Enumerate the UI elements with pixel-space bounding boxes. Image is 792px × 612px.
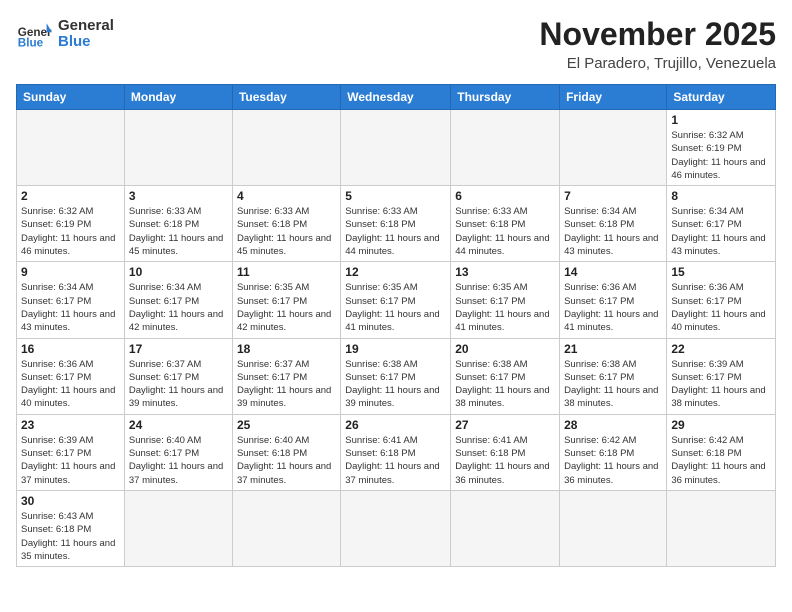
day-25: 25 Sunrise: 6:40 AM Sunset: 6:18 PM Dayl… bbox=[232, 414, 340, 490]
day-8: 8 Sunrise: 6:34 AM Sunset: 6:17 PM Dayli… bbox=[667, 186, 776, 262]
day-5: 5 Sunrise: 6:33 AM Sunset: 6:18 PM Dayli… bbox=[341, 186, 451, 262]
day-15: 15 Sunrise: 6:36 AM Sunset: 6:17 PM Dayl… bbox=[667, 262, 776, 338]
day-4: 4 Sunrise: 6:33 AM Sunset: 6:18 PM Dayli… bbox=[232, 186, 340, 262]
empty-cell bbox=[560, 490, 667, 566]
empty-cell bbox=[451, 490, 560, 566]
empty-cell bbox=[124, 490, 232, 566]
month-title: November 2025 bbox=[539, 16, 776, 53]
header-friday: Friday bbox=[560, 85, 667, 110]
header-thursday: Thursday bbox=[451, 85, 560, 110]
day-7: 7 Sunrise: 6:34 AM Sunset: 6:18 PM Dayli… bbox=[560, 186, 667, 262]
calendar-row-6: 30 Sunrise: 6:43 AM Sunset: 6:18 PM Dayl… bbox=[17, 490, 776, 566]
header-saturday: Saturday bbox=[667, 85, 776, 110]
day-10: 10 Sunrise: 6:34 AM Sunset: 6:17 PM Dayl… bbox=[124, 262, 232, 338]
day-23: 23 Sunrise: 6:39 AM Sunset: 6:17 PM Dayl… bbox=[17, 414, 125, 490]
day-30: 30 Sunrise: 6:43 AM Sunset: 6:18 PM Dayl… bbox=[17, 490, 125, 566]
page-header: General Blue General Blue November 2025 … bbox=[16, 16, 776, 72]
day-11: 11 Sunrise: 6:35 AM Sunset: 6:17 PM Dayl… bbox=[232, 262, 340, 338]
calendar-row-5: 23 Sunrise: 6:39 AM Sunset: 6:17 PM Dayl… bbox=[17, 414, 776, 490]
day-22: 22 Sunrise: 6:39 AM Sunset: 6:17 PM Dayl… bbox=[667, 338, 776, 414]
empty-cell bbox=[560, 110, 667, 186]
empty-cell bbox=[232, 110, 340, 186]
logo-icon: General Blue bbox=[16, 16, 52, 52]
day-17: 17 Sunrise: 6:37 AM Sunset: 6:17 PM Dayl… bbox=[124, 338, 232, 414]
day-9: 9 Sunrise: 6:34 AM Sunset: 6:17 PM Dayli… bbox=[17, 262, 125, 338]
day-18: 18 Sunrise: 6:37 AM Sunset: 6:17 PM Dayl… bbox=[232, 338, 340, 414]
calendar-row-3: 9 Sunrise: 6:34 AM Sunset: 6:17 PM Dayli… bbox=[17, 262, 776, 338]
title-block: November 2025 El Paradero, Trujillo, Ven… bbox=[539, 16, 776, 72]
day-1: 1 Sunrise: 6:32 AM Sunset: 6:19 PM Dayli… bbox=[667, 110, 776, 186]
empty-cell bbox=[451, 110, 560, 186]
empty-cell bbox=[17, 110, 125, 186]
empty-cell bbox=[232, 490, 340, 566]
empty-cell bbox=[667, 490, 776, 566]
day-29: 29 Sunrise: 6:42 AM Sunset: 6:18 PM Dayl… bbox=[667, 414, 776, 490]
empty-cell bbox=[341, 110, 451, 186]
day-21: 21 Sunrise: 6:38 AM Sunset: 6:17 PM Dayl… bbox=[560, 338, 667, 414]
empty-cell bbox=[124, 110, 232, 186]
day-27: 27 Sunrise: 6:41 AM Sunset: 6:18 PM Dayl… bbox=[451, 414, 560, 490]
calendar-row-1: 1 Sunrise: 6:32 AM Sunset: 6:19 PM Dayli… bbox=[17, 110, 776, 186]
day-3: 3 Sunrise: 6:33 AM Sunset: 6:18 PM Dayli… bbox=[124, 186, 232, 262]
day-24: 24 Sunrise: 6:40 AM Sunset: 6:17 PM Dayl… bbox=[124, 414, 232, 490]
empty-cell bbox=[341, 490, 451, 566]
day-6: 6 Sunrise: 6:33 AM Sunset: 6:18 PM Dayli… bbox=[451, 186, 560, 262]
location-subtitle: El Paradero, Trujillo, Venezuela bbox=[539, 55, 776, 72]
logo-general: General bbox=[58, 18, 114, 35]
header-tuesday: Tuesday bbox=[232, 85, 340, 110]
header-monday: Monday bbox=[124, 85, 232, 110]
logo: General Blue General Blue bbox=[16, 16, 114, 52]
day-20: 20 Sunrise: 6:38 AM Sunset: 6:17 PM Dayl… bbox=[451, 338, 560, 414]
day-12: 12 Sunrise: 6:35 AM Sunset: 6:17 PM Dayl… bbox=[341, 262, 451, 338]
svg-text:Blue: Blue bbox=[18, 37, 44, 50]
day-19: 19 Sunrise: 6:38 AM Sunset: 6:17 PM Dayl… bbox=[341, 338, 451, 414]
calendar-table: Sunday Monday Tuesday Wednesday Thursday… bbox=[16, 84, 776, 567]
day-2: 2 Sunrise: 6:32 AM Sunset: 6:19 PM Dayli… bbox=[17, 186, 125, 262]
logo-blue: Blue bbox=[58, 34, 114, 51]
weekday-header-row: Sunday Monday Tuesday Wednesday Thursday… bbox=[17, 85, 776, 110]
day-28: 28 Sunrise: 6:42 AM Sunset: 6:18 PM Dayl… bbox=[560, 414, 667, 490]
day-14: 14 Sunrise: 6:36 AM Sunset: 6:17 PM Dayl… bbox=[560, 262, 667, 338]
day-13: 13 Sunrise: 6:35 AM Sunset: 6:17 PM Dayl… bbox=[451, 262, 560, 338]
header-sunday: Sunday bbox=[17, 85, 125, 110]
calendar-row-2: 2 Sunrise: 6:32 AM Sunset: 6:19 PM Dayli… bbox=[17, 186, 776, 262]
day-26: 26 Sunrise: 6:41 AM Sunset: 6:18 PM Dayl… bbox=[341, 414, 451, 490]
day-16: 16 Sunrise: 6:36 AM Sunset: 6:17 PM Dayl… bbox=[17, 338, 125, 414]
calendar-row-4: 16 Sunrise: 6:36 AM Sunset: 6:17 PM Dayl… bbox=[17, 338, 776, 414]
header-wednesday: Wednesday bbox=[341, 85, 451, 110]
